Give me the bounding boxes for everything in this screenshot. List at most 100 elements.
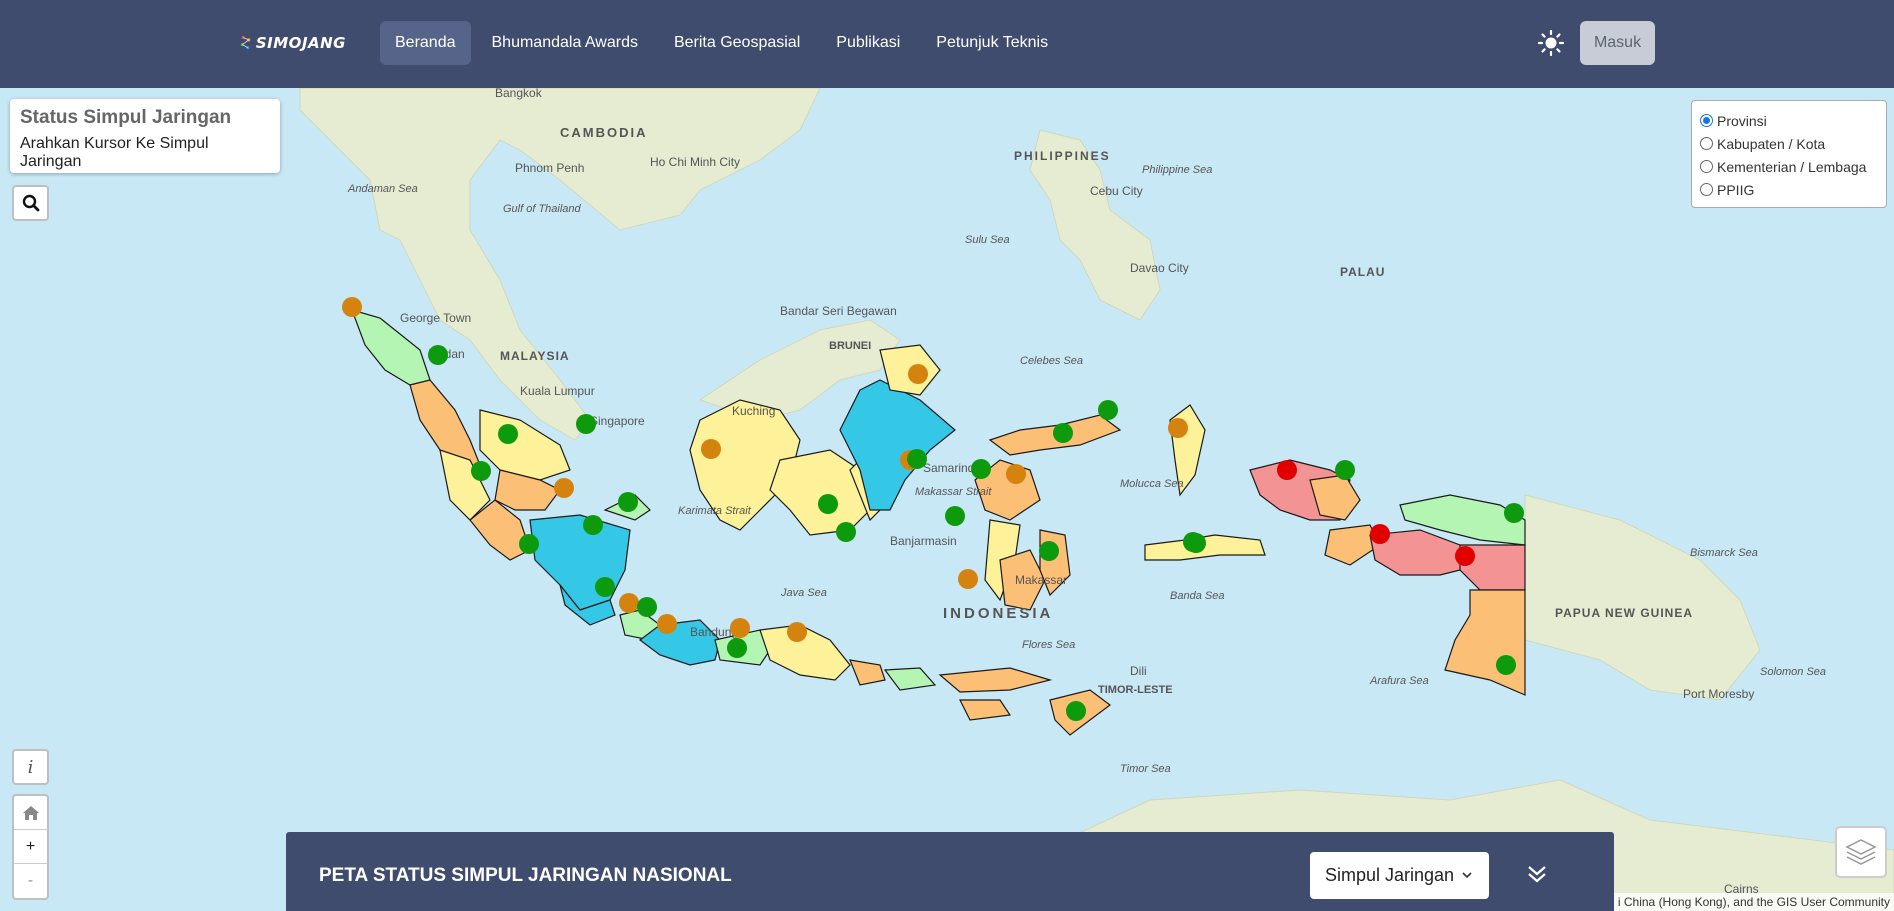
label-ho-chi-minh: Ho Chi Minh City xyxy=(650,155,740,169)
nav-bhumandala-awards[interactable]: Bhumandala Awards xyxy=(477,21,653,65)
network-node-active[interactable] xyxy=(1066,701,1086,721)
info-button[interactable]: i xyxy=(12,749,49,785)
network-node-active[interactable] xyxy=(1335,460,1355,480)
network-node-partial[interactable] xyxy=(908,364,928,384)
network-node-partial[interactable] xyxy=(1168,418,1188,438)
network-node-active[interactable] xyxy=(583,515,603,535)
radio-kabupaten-kota[interactable]: Kabupaten / Kota xyxy=(1700,132,1878,155)
network-node-partial[interactable] xyxy=(701,439,721,459)
nav-publikasi[interactable]: Publikasi xyxy=(821,21,915,65)
label-george-town: George Town xyxy=(400,311,471,325)
nav-petunjuk-teknis[interactable]: Petunjuk Teknis xyxy=(921,21,1063,65)
logo-text: SIMOJANG xyxy=(255,34,346,52)
network-node-partial[interactable] xyxy=(787,622,807,642)
network-node-partial[interactable] xyxy=(657,614,677,634)
network-node-inactive[interactable] xyxy=(1370,524,1390,544)
status-panel-subtitle: Arahkan Kursor Ke Simpul Jaringan xyxy=(20,135,209,170)
network-node-active[interactable] xyxy=(836,522,856,542)
label-cambodia: CAMBODIA xyxy=(560,125,648,140)
ocean xyxy=(0,88,1894,911)
network-node-active[interactable] xyxy=(818,494,838,514)
radio-button-checked[interactable] xyxy=(1700,114,1713,127)
network-node-active[interactable] xyxy=(945,506,965,526)
network-node-partial[interactable] xyxy=(958,569,978,589)
label-bangkok: Bangkok xyxy=(495,88,543,100)
network-node-active[interactable] xyxy=(471,461,491,481)
radio-button[interactable] xyxy=(1700,160,1713,173)
label-banda-sea: Banda Sea xyxy=(1170,590,1224,602)
network-node-active[interactable] xyxy=(907,449,927,469)
network-node-partial[interactable] xyxy=(619,593,639,613)
label-celebes-sea: Celebes Sea xyxy=(1020,355,1083,367)
label-singapore: Singapore xyxy=(590,414,645,428)
network-node-active[interactable] xyxy=(1496,655,1516,675)
network-node-partial[interactable] xyxy=(730,618,750,638)
expand-panel-button[interactable] xyxy=(1523,860,1551,888)
label-bismarck-sea: Bismarck Sea xyxy=(1690,547,1758,559)
radio-provinsi[interactable]: Provinsi xyxy=(1700,109,1878,132)
radio-kementerian-lembaga[interactable]: Kementerian / Lembaga xyxy=(1700,155,1878,178)
network-node-active[interactable] xyxy=(727,638,747,658)
network-logo-icon xyxy=(240,35,251,50)
theme-toggle-button[interactable] xyxy=(1537,29,1565,57)
network-node-active[interactable] xyxy=(595,577,615,597)
radio-ppiig[interactable]: PPIIG xyxy=(1700,178,1878,201)
network-node-inactive[interactable] xyxy=(1455,546,1475,566)
label-phnom-penh: Phnom Penh xyxy=(515,161,584,175)
network-node-active[interactable] xyxy=(618,492,638,512)
network-node-active[interactable] xyxy=(576,414,596,434)
network-node-active[interactable] xyxy=(1039,541,1059,561)
network-node-partial[interactable] xyxy=(1006,464,1026,484)
zoom-out-button[interactable]: - xyxy=(14,864,47,898)
label-indonesia: INDONESIA xyxy=(943,605,1053,622)
network-node-active[interactable] xyxy=(519,534,539,554)
network-node-partial[interactable] xyxy=(554,478,574,498)
label-solomon-sea: Solomon Sea xyxy=(1760,666,1826,678)
label-java-sea: Java Sea xyxy=(780,587,827,599)
label-timor-sea: Timor Sea xyxy=(1120,763,1171,775)
radio-label-ppiig: PPIIG xyxy=(1717,181,1755,198)
simojang-logo[interactable]: SIMOJANG xyxy=(240,18,346,68)
nav-beranda[interactable]: Beranda xyxy=(380,21,471,65)
main-nav: Beranda Bhumandala Awards Berita Geospas… xyxy=(380,21,1063,65)
zoom-in-button[interactable]: + xyxy=(14,830,47,864)
map-canvas[interactable]: Bangkok CAMBODIA Phnom Penh Ho Chi Minh … xyxy=(0,88,1894,911)
home-button[interactable] xyxy=(14,796,47,830)
label-kuala-lumpur: Kuala Lumpur xyxy=(520,384,595,398)
network-node-active[interactable] xyxy=(1186,533,1206,553)
label-philippines: PHILIPPINES xyxy=(1014,149,1111,163)
network-node-active[interactable] xyxy=(1053,423,1073,443)
status-info-panel: Status Simpul Jaringan Arahkan Kursor Ke… xyxy=(10,99,280,173)
radio-label-provinsi: Provinsi xyxy=(1717,112,1767,129)
layers-icon xyxy=(1845,839,1877,865)
basemap-toggle-button[interactable] xyxy=(1835,826,1887,878)
radio-button[interactable] xyxy=(1700,183,1713,196)
network-node-active[interactable] xyxy=(971,459,991,479)
node-type-select[interactable]: Simpul Jaringan xyxy=(1310,852,1489,899)
network-node-active[interactable] xyxy=(1504,503,1524,523)
label-molucca-sea: Molucca Sea xyxy=(1120,478,1184,490)
label-malaysia: MALAYSIA xyxy=(500,349,570,363)
label-arafura-sea: Arafura Sea xyxy=(1369,675,1429,687)
label-gulf-of-thailand: Gulf of Thailand xyxy=(503,203,582,215)
label-karimata-strait: Karimata Strait xyxy=(678,505,752,517)
indonesia-network-map[interactable]: Bangkok CAMBODIA Phnom Penh Ho Chi Minh … xyxy=(0,88,1894,911)
label-philippine-sea: Philippine Sea xyxy=(1142,164,1212,176)
login-button[interactable]: Masuk xyxy=(1580,21,1655,65)
network-node-active[interactable] xyxy=(637,597,657,617)
label-timor-leste: TIMOR-LESTE xyxy=(1098,684,1173,696)
network-node-partial[interactable] xyxy=(342,297,362,317)
nav-berita-geospasial[interactable]: Berita Geospasial xyxy=(659,21,815,65)
radio-button[interactable] xyxy=(1700,137,1713,150)
top-navbar: SIMOJANG Beranda Bhumandala Awards Berit… xyxy=(0,0,1894,88)
network-node-active[interactable] xyxy=(1098,400,1118,420)
layer-selector-panel: Provinsi Kabupaten / Kota Kementerian / … xyxy=(1691,100,1887,208)
network-node-active[interactable] xyxy=(498,424,518,444)
search-button[interactable] xyxy=(12,185,49,221)
chevron-down-icon xyxy=(1462,872,1472,879)
label-davao: Davao City xyxy=(1130,261,1189,275)
network-node-active[interactable] xyxy=(428,345,448,365)
label-dili: Dili xyxy=(1130,664,1147,678)
bottom-panel-title: PETA STATUS SIMPUL JARINGAN NASIONAL xyxy=(319,865,732,886)
network-node-inactive[interactable] xyxy=(1277,460,1297,480)
